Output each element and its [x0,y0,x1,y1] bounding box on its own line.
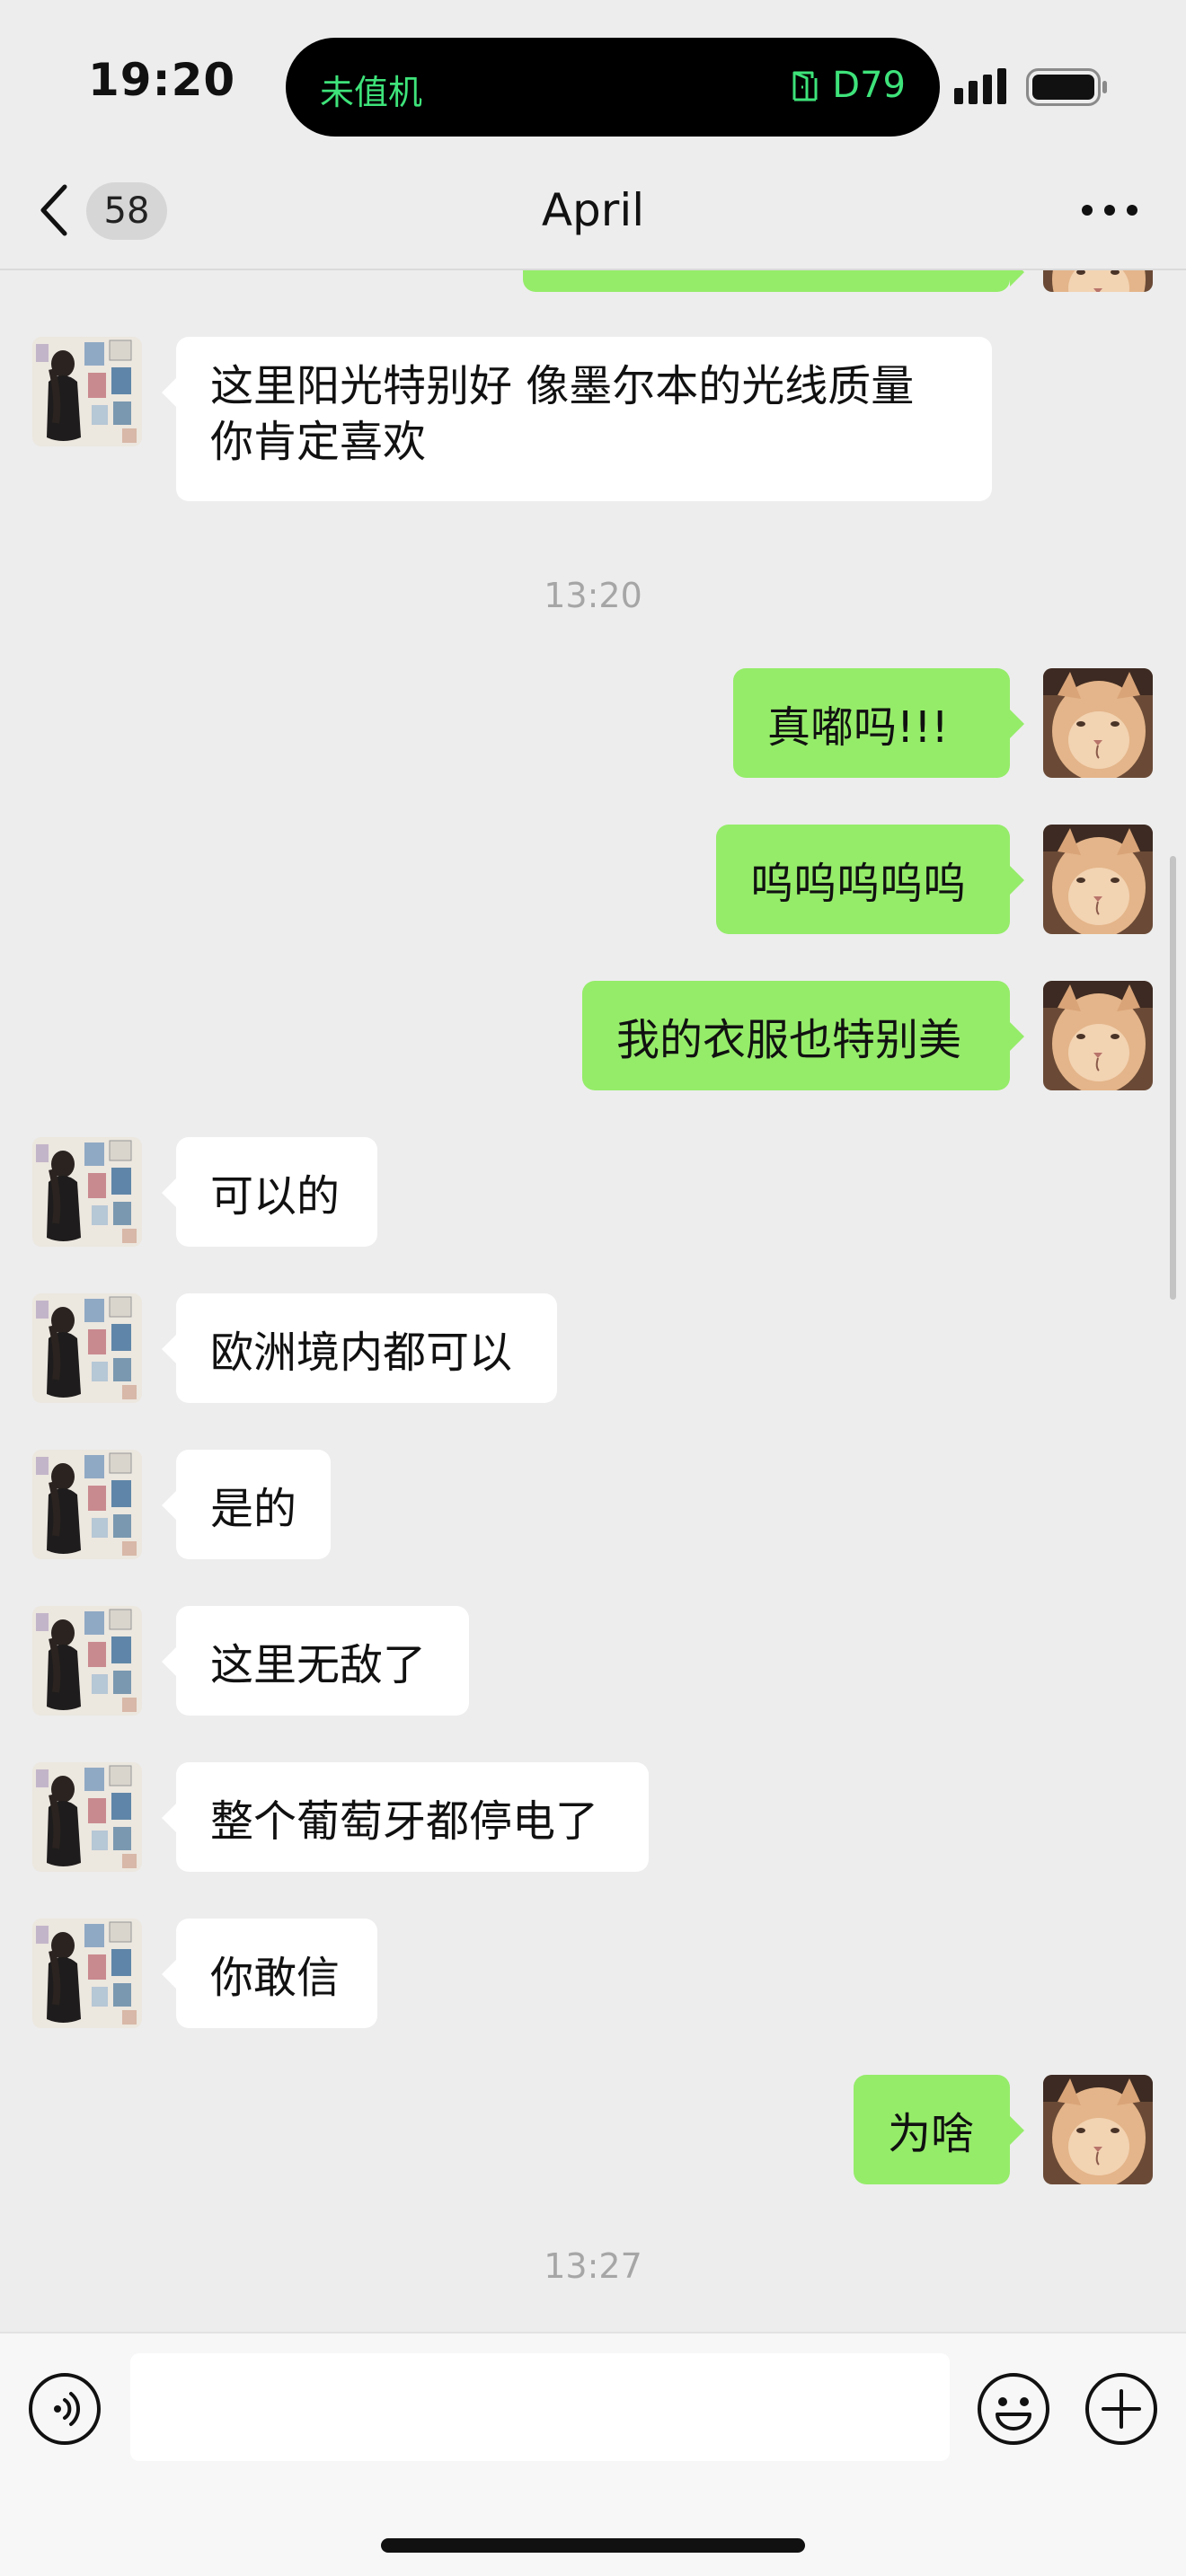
home-indicator[interactable] [381,2538,805,2553]
plus-icon[interactable] [1084,2371,1159,2447]
my-avatar[interactable] [1043,981,1153,1090]
island-gate: D79 [787,65,906,106]
contact-avatar[interactable] [32,1450,142,1559]
message-bubble[interactable]: 为啥 [854,2075,1024,2184]
my-avatar[interactable] [1043,2075,1153,2184]
chat-title: April [541,184,645,236]
message-text-line: 你肯定喜欢 [210,417,427,467]
message-bubble[interactable]: 我的衣服也特别美 [582,981,1024,1090]
message-timestamp: 13:27 [544,2246,642,2286]
cellular-signal-icon [954,68,1006,104]
message-bubble[interactable]: 真嘟吗!!! [733,668,1024,778]
contact-avatar[interactable] [32,1293,142,1403]
message-bubble[interactable]: 呜呜呜呜呜 [716,825,1024,934]
message-bubble[interactable]: 是的 [162,1450,331,1559]
island-gate-label: D79 [832,65,906,106]
emoji-icon[interactable] [976,2371,1051,2447]
island-checkin-status: 未值机 [320,73,423,112]
more-dots-icon[interactable] [1078,199,1141,221]
voice-input-icon[interactable] [27,2371,102,2447]
message-bubble[interactable]: 欧洲境内都可以 [162,1293,557,1403]
status-time: 19:20 [88,54,236,106]
battery-icon [1026,68,1107,106]
scrollbar[interactable] [1170,856,1176,1300]
contact-avatar[interactable] [32,1762,142,1872]
gate-icon [792,71,818,101]
my-avatar[interactable] [1043,825,1153,934]
message-bubble[interactable]: 这里无敌了 [162,1606,469,1716]
my-avatar[interactable] [1043,270,1153,292]
message-list[interactable]: 这里阳光特别好 像墨尔本的光线质量 你肯定喜欢 13:20 真嘟吗!!! 呜呜呜… [0,270,1186,2332]
message-bubble[interactable]: 这里阳光特别好 像墨尔本的光线质量 你肯定喜欢 [162,337,992,501]
message-timestamp: 13:20 [544,576,642,615]
message-text-line: 这里阳光特别好 像墨尔本的光线质量 [210,361,915,411]
message-bubble-partial[interactable] [523,270,1024,292]
contact-avatar[interactable] [32,1606,142,1716]
contact-avatar[interactable] [32,337,142,446]
message-bubble[interactable]: 可以的 [162,1137,377,1247]
status-bar: 19:20 未值机 D79 [0,0,1186,153]
contact-avatar[interactable] [32,1919,142,2028]
message-bubble[interactable]: 整个葡萄牙都停电了 [162,1762,649,1872]
dynamic-island[interactable]: 未值机 D79 [286,38,940,137]
contact-avatar[interactable] [32,1137,142,1247]
message-input[interactable] [130,2353,950,2461]
my-avatar[interactable] [1043,668,1153,778]
message-bubble[interactable]: 你敢信 [162,1919,377,2028]
